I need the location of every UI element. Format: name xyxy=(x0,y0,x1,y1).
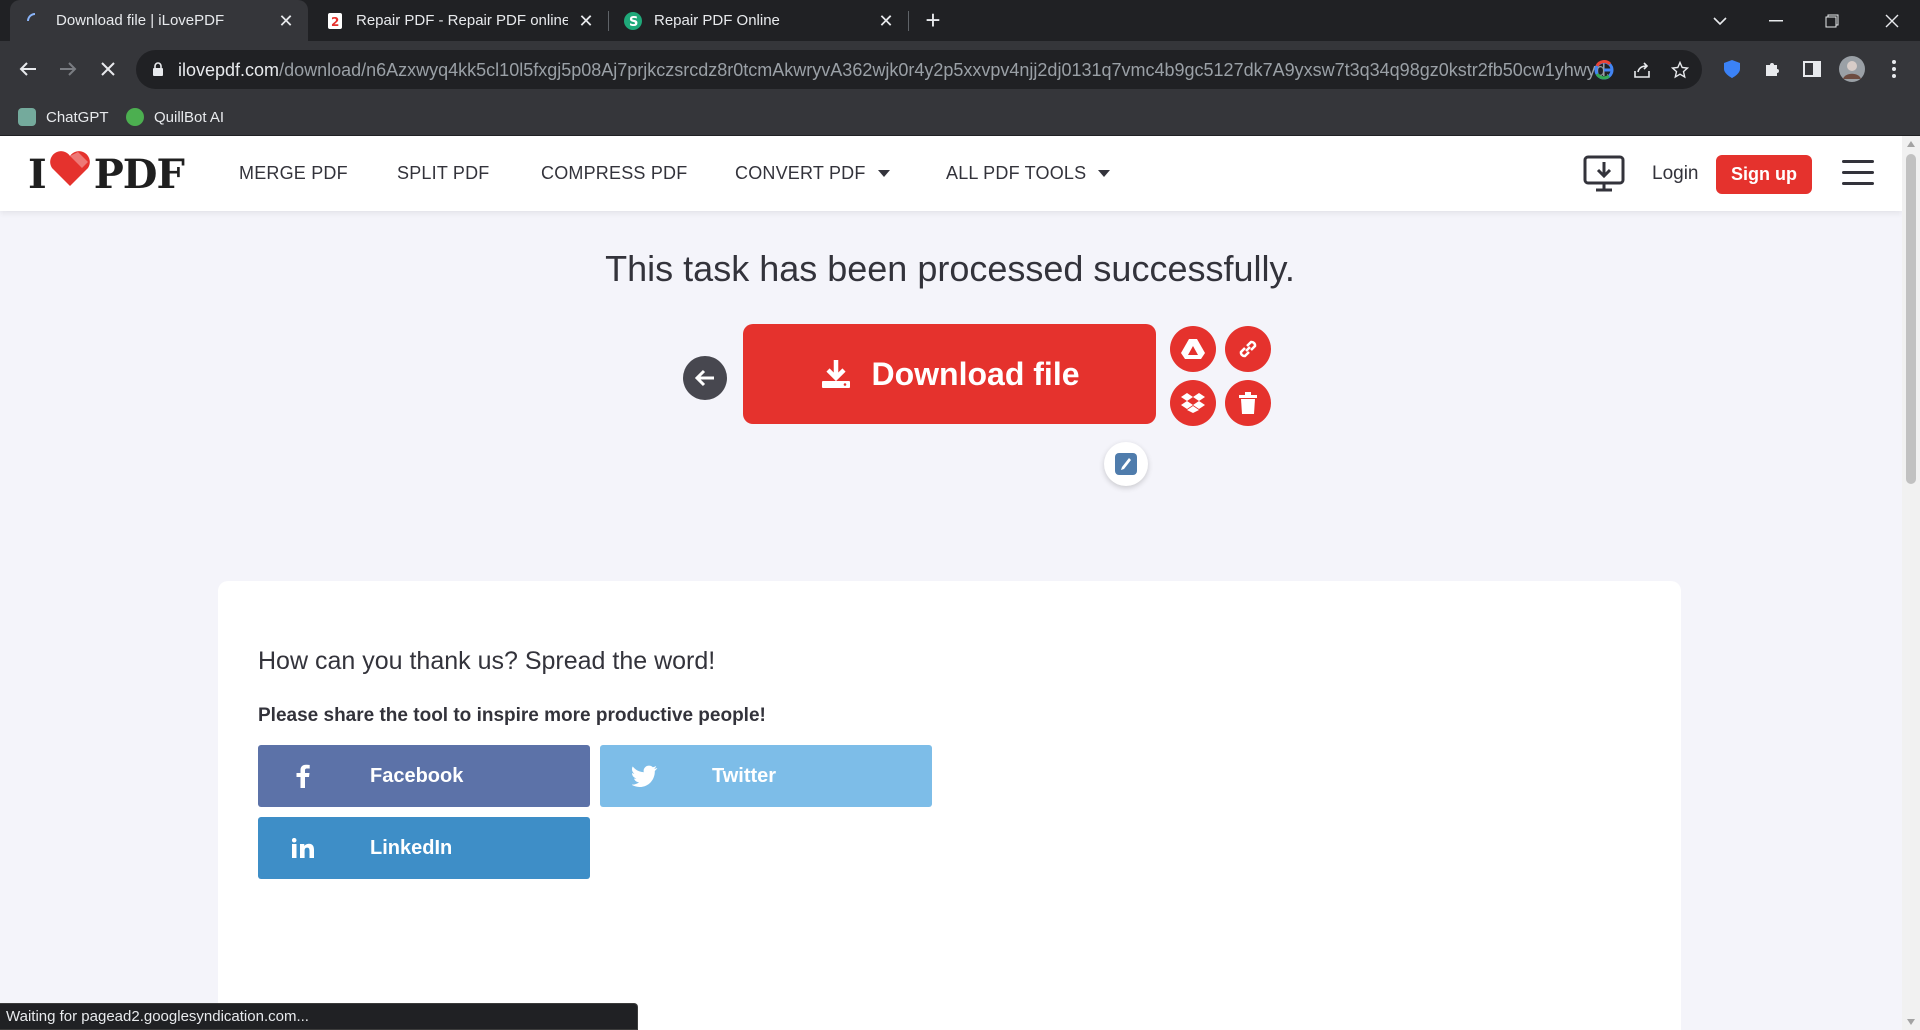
bookmark-label: QuillBot AI xyxy=(154,108,225,126)
twitter-label: Twitter xyxy=(712,764,777,787)
nav-all-tools-label: ALL PDF TOOLS xyxy=(946,163,1087,183)
page-scrollbar[interactable] xyxy=(1902,136,1920,1030)
dropbox-icon xyxy=(1181,393,1205,413)
linkedin-icon xyxy=(288,838,318,858)
twitter-icon xyxy=(630,765,660,787)
ilovepdf-favicon-icon: 2 xyxy=(326,12,344,30)
caret-down-icon xyxy=(1098,170,1111,177)
svg-text:S: S xyxy=(629,15,638,30)
link-icon xyxy=(1239,340,1257,358)
delete-button[interactable] xyxy=(1225,380,1271,426)
share-title: How can you thank us? Spread the word! xyxy=(258,647,716,675)
logo-text-right: PDF xyxy=(93,150,185,198)
close-window-icon[interactable] xyxy=(1864,0,1920,41)
facebook-label: Facebook xyxy=(370,764,464,787)
tab-search-chevron-icon[interactable] xyxy=(1692,0,1748,41)
bookmark-label: ChatGPT xyxy=(46,108,109,126)
tab-title: Download file | iLovePDF xyxy=(56,12,225,29)
chatgpt-icon xyxy=(18,108,36,126)
share-icon[interactable] xyxy=(1630,58,1654,82)
dropbox-button[interactable] xyxy=(1170,380,1216,426)
nav-convert-label: CONVERT PDF xyxy=(735,163,866,183)
google-icon[interactable] xyxy=(1592,58,1616,82)
download-icon xyxy=(820,358,852,390)
close-tab-icon[interactable]: ✕ xyxy=(276,11,296,31)
svg-text:2: 2 xyxy=(331,15,339,29)
browser-toolbar: ilovepdf.com/download/n6Azxwyq4kk5cl10l5… xyxy=(0,41,1920,98)
tab-title: Repair PDF - Repair PDF online & xyxy=(356,12,568,29)
linkedin-share-button[interactable]: LinkedIn xyxy=(258,817,590,879)
close-tab-icon[interactable]: ✕ xyxy=(576,11,596,31)
back-arrow-icon[interactable] xyxy=(12,53,44,85)
arrow-left-icon xyxy=(694,369,714,387)
facebook-icon xyxy=(288,764,318,788)
new-tab-button[interactable]: + xyxy=(920,7,946,34)
tab-title: Repair PDF Online xyxy=(654,12,780,29)
browser-tab-strip: Download file | iLovePDF ✕ 2 Repair PDF … xyxy=(0,0,1920,41)
restore-window-icon[interactable] xyxy=(1804,0,1860,41)
extensions-puzzle-icon[interactable] xyxy=(1758,55,1786,83)
trash-icon xyxy=(1239,392,1257,414)
bookmarks-bar: ChatGPT QuillBot AI xyxy=(0,98,1920,136)
scrollbar-thumb[interactable] xyxy=(1906,154,1916,484)
facebook-share-button[interactable]: Facebook xyxy=(258,745,590,807)
nav-merge-pdf[interactable]: MERGE PDF xyxy=(239,163,348,184)
twitter-share-button[interactable]: Twitter xyxy=(600,745,932,807)
side-panel-icon[interactable] xyxy=(1798,55,1826,83)
url-text[interactable]: ilovepdf.com/download/n6Azxwyq4kk5cl10l5… xyxy=(178,60,1608,81)
loading-spinner-icon xyxy=(26,12,44,30)
quillbot-icon xyxy=(126,108,144,126)
shield-extension-icon[interactable] xyxy=(1718,55,1746,83)
stop-loading-icon[interactable] xyxy=(92,53,124,85)
ilovepdf-logo[interactable]: I PDF xyxy=(28,151,185,198)
desktop-download-icon[interactable] xyxy=(1582,154,1626,194)
page-title: This task has been processed successfull… xyxy=(605,248,1295,289)
browser-menu-icon[interactable] xyxy=(1880,55,1908,83)
url-path: /download/n6Azxwyq4kk5cl10l5fxgj5p08Aj7p… xyxy=(279,60,1608,80)
scroll-down-icon[interactable] xyxy=(1907,1019,1915,1025)
browser-status-bar: Waiting for pagead2.googlesyndication.co… xyxy=(0,1003,638,1030)
tab-download-file[interactable]: Download file | iLovePDF ✕ xyxy=(10,0,308,41)
bookmark-chatgpt[interactable]: ChatGPT xyxy=(18,98,109,136)
google-drive-icon xyxy=(1181,339,1205,359)
download-label: Download file xyxy=(871,355,1080,392)
scroll-up-icon[interactable] xyxy=(1907,141,1915,147)
edit-pdf-button[interactable] xyxy=(1104,442,1148,486)
s-favicon-icon: S xyxy=(624,11,642,30)
logo-text-left: I xyxy=(28,150,47,198)
caret-down-icon xyxy=(877,170,890,177)
site-header: I PDF MERGE PDF SPLIT PDF COMPRESS PDF C… xyxy=(0,136,1902,211)
profile-avatar[interactable] xyxy=(1838,55,1866,83)
page-content: I PDF MERGE PDF SPLIT PDF COMPRESS PDF C… xyxy=(0,136,1902,1030)
tab-separator xyxy=(908,11,909,31)
bookmark-star-icon[interactable] xyxy=(1668,58,1692,82)
url-host: ilovepdf.com xyxy=(178,60,280,80)
forward-arrow-icon[interactable] xyxy=(52,53,84,85)
heart-icon xyxy=(48,150,92,198)
pencil-icon xyxy=(1115,453,1137,475)
nav-all-pdf-tools[interactable]: ALL PDF TOOLS xyxy=(946,163,1111,184)
nav-convert-pdf[interactable]: CONVERT PDF xyxy=(735,163,890,184)
tab-repair-pdf-online[interactable]: S Repair PDF Online ✕ xyxy=(618,0,908,41)
hamburger-menu-icon[interactable] xyxy=(1842,160,1874,186)
lock-icon[interactable] xyxy=(152,62,164,82)
download-file-button[interactable]: Download file xyxy=(743,324,1156,424)
linkedin-label: LinkedIn xyxy=(370,836,453,859)
nav-split-pdf[interactable]: SPLIT PDF xyxy=(397,163,490,184)
share-card: How can you thank us? Spread the word! P… xyxy=(218,581,1681,1030)
close-tab-icon[interactable]: ✕ xyxy=(876,11,896,31)
copy-link-button[interactable] xyxy=(1225,326,1271,372)
login-link[interactable]: Login xyxy=(1652,163,1699,185)
google-drive-button[interactable] xyxy=(1170,326,1216,372)
tab-repair-pdf[interactable]: 2 Repair PDF - Repair PDF online & ✕ xyxy=(318,0,608,41)
nav-compress-pdf[interactable]: COMPRESS PDF xyxy=(541,163,687,184)
bookmark-quillbot[interactable]: QuillBot AI xyxy=(126,98,224,136)
share-subtitle: Please share the tool to inspire more pr… xyxy=(258,705,766,726)
back-arrow-button[interactable] xyxy=(683,356,727,400)
tab-separator xyxy=(608,11,609,31)
signup-button[interactable]: Sign up xyxy=(1716,155,1812,194)
minimize-window-icon[interactable] xyxy=(1748,0,1804,41)
address-bar[interactable]: ilovepdf.com/download/n6Azxwyq4kk5cl10l5… xyxy=(136,50,1702,89)
